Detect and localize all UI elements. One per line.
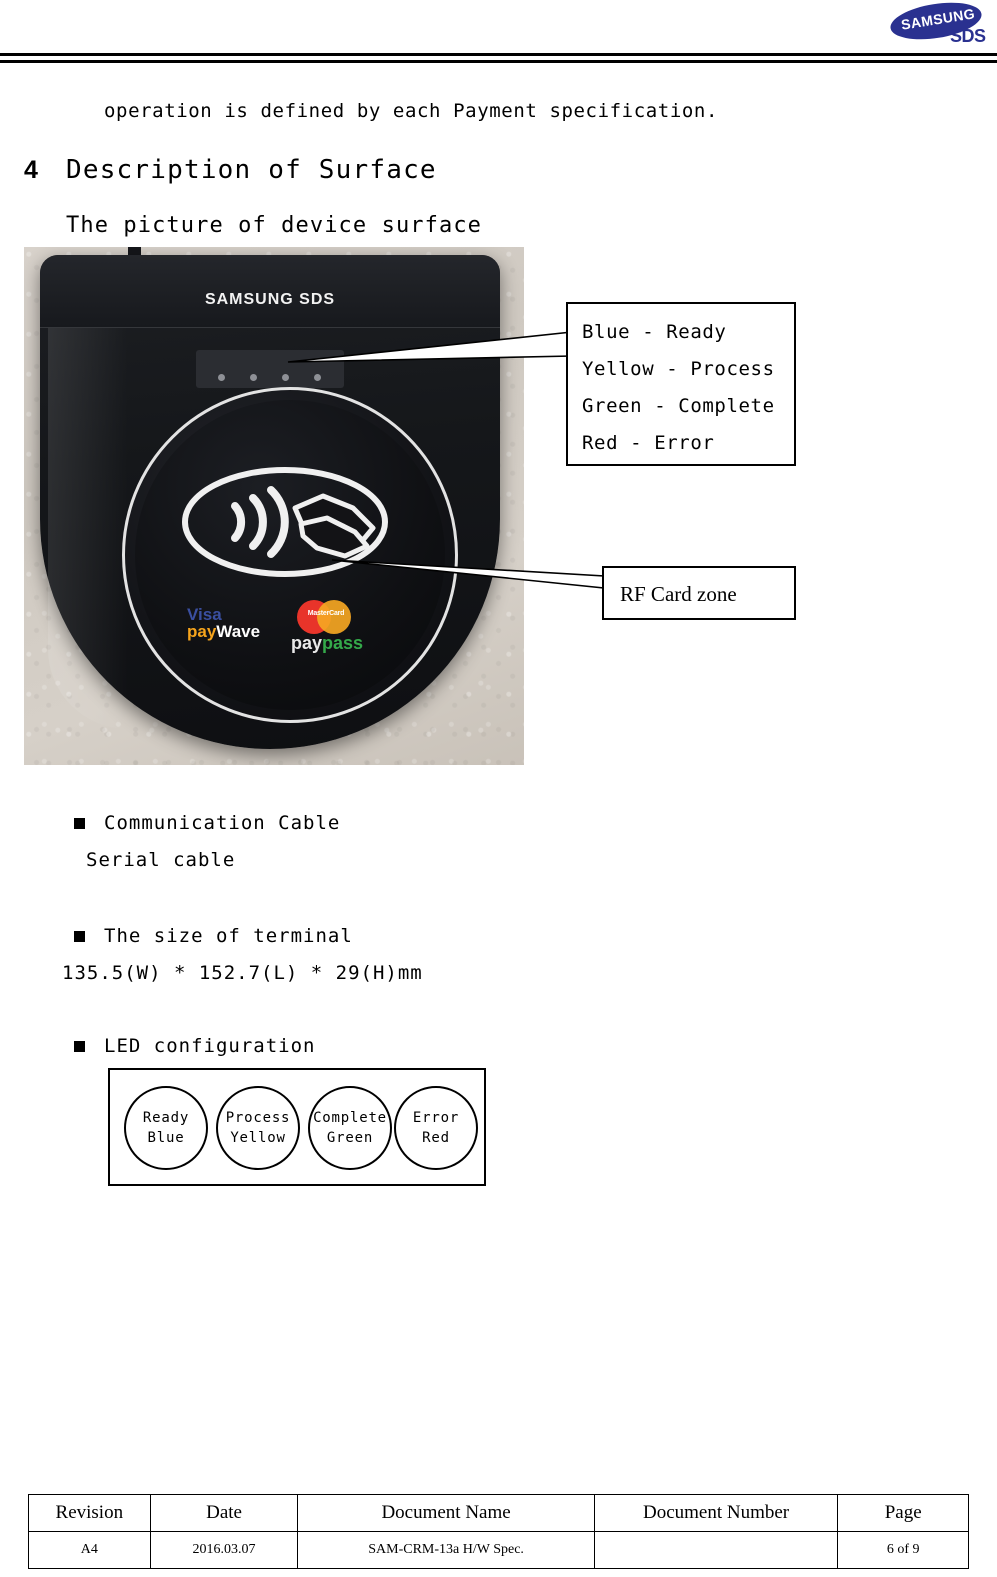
bullet-label-communication-cable: Communication Cable	[104, 812, 341, 834]
header-document-number: Document Number	[593, 1494, 839, 1532]
led-status-line-1: Blue - Ready	[582, 321, 727, 343]
cell-revision: A4	[28, 1531, 151, 1569]
document-footer-table: Revision Date Document Name Document Num…	[28, 1494, 969, 1569]
rf-card-zone-label: RF Card zone	[620, 582, 737, 606]
mastercard-yellow-circle	[317, 600, 351, 634]
bullet-marker-terminal-size	[74, 931, 85, 942]
led-circle-complete-color: Green	[326, 1130, 374, 1146]
led-circle-process: Process Yellow	[216, 1086, 300, 1170]
table-row: A4 2016.03.07 SAM-CRM-13a H/W Spec. 6 of…	[28, 1531, 969, 1569]
samsung-sds-logo: SAMSUNG SDS	[887, 0, 996, 50]
led-configuration-diagram: Ready Blue Process Yellow Complete Green…	[108, 1068, 486, 1186]
led-status-line-2: Yellow - Process	[582, 358, 775, 380]
bullet-marker-communication-cable	[74, 818, 85, 829]
bullet-sub-terminal-size: 135.5(W) * 152.7(L) * 29(H)mm	[62, 962, 423, 984]
table-header-row: Revision Date Document Name Document Num…	[28, 1494, 969, 1532]
visa-text: Visa	[187, 605, 222, 624]
page-title: Description of Surface	[66, 155, 437, 185]
header-revision: Revision	[28, 1494, 151, 1532]
led-circle-error: Error Red	[394, 1086, 478, 1170]
device-photo: SAMSUNG SDS Visa payWave MasterCard payp…	[24, 247, 524, 765]
paypass-text: paypass	[291, 634, 363, 652]
led-callout-leader-line	[287, 331, 573, 363]
led-status-line-4: Red - Error	[582, 432, 715, 454]
sub-heading: The picture of device surface	[66, 213, 483, 238]
led-status-line-3: Green - Complete	[582, 395, 775, 417]
paypass-pay: pay	[291, 633, 323, 653]
led-circle-ready-state: Ready	[142, 1110, 190, 1126]
cell-document-number	[593, 1531, 839, 1569]
header-rule-bottom	[0, 60, 997, 63]
visa-paywave-logo: Visa payWave	[187, 606, 260, 641]
device-brand-text: SAMSUNG SDS	[204, 291, 336, 308]
bullet-marker-led-configuration	[74, 1041, 85, 1052]
bullet-sub-communication-cable: Serial cable	[86, 849, 236, 871]
card-scheme-logos: Visa payWave MasterCard paypass	[187, 598, 397, 664]
device-gloss-highlight	[48, 259, 128, 729]
led-circle-ready: Ready Blue	[124, 1086, 208, 1170]
cell-document-name: SAM-CRM-13a H/W Spec.	[297, 1531, 595, 1569]
logo-sds-text: SDS	[950, 26, 986, 46]
mastercard-paypass-logo: MasterCard paypass	[291, 598, 391, 660]
device-brand-strip: SAMSUNG SDS	[40, 255, 500, 328]
header-date: Date	[149, 1494, 299, 1532]
led-circle-error-color: Red	[422, 1130, 450, 1146]
bullet-label-led-configuration: LED configuration	[104, 1035, 316, 1057]
device-led-dot-1	[218, 374, 225, 381]
rf-card-zone-callout-box: RF Card zone	[602, 566, 796, 620]
header-document-name: Document Name	[297, 1494, 595, 1532]
paywave-pay: pay	[187, 622, 217, 641]
device-led-dot-2	[250, 374, 257, 381]
cell-page: 6 of 9	[837, 1531, 969, 1569]
section-number: 4	[24, 156, 38, 184]
header-rule-top	[0, 53, 997, 56]
rf-callout-leader-line	[331, 559, 605, 589]
led-circle-error-state: Error	[412, 1110, 460, 1126]
led-circle-complete-state: Complete	[313, 1110, 387, 1126]
mastercard-text: MasterCard	[307, 610, 345, 617]
led-circle-process-state: Process	[225, 1110, 291, 1126]
bullet-label-terminal-size: The size of terminal	[104, 925, 353, 947]
intro-paragraph: operation is defined by each Payment spe…	[104, 100, 718, 122]
led-status-callout-box: Blue - Ready Yellow - Process Green - Co…	[566, 302, 796, 466]
paypass-pass: pass	[322, 633, 364, 653]
header-page: Page	[837, 1494, 969, 1532]
paywave-text: payWave	[187, 623, 260, 641]
paywave-wave: Wave	[216, 622, 261, 641]
led-circle-process-color: Yellow	[230, 1130, 286, 1146]
led-circle-ready-color: Blue	[147, 1130, 185, 1146]
cell-date: 2016.03.07	[149, 1531, 299, 1569]
led-circle-complete: Complete Green	[308, 1086, 392, 1170]
